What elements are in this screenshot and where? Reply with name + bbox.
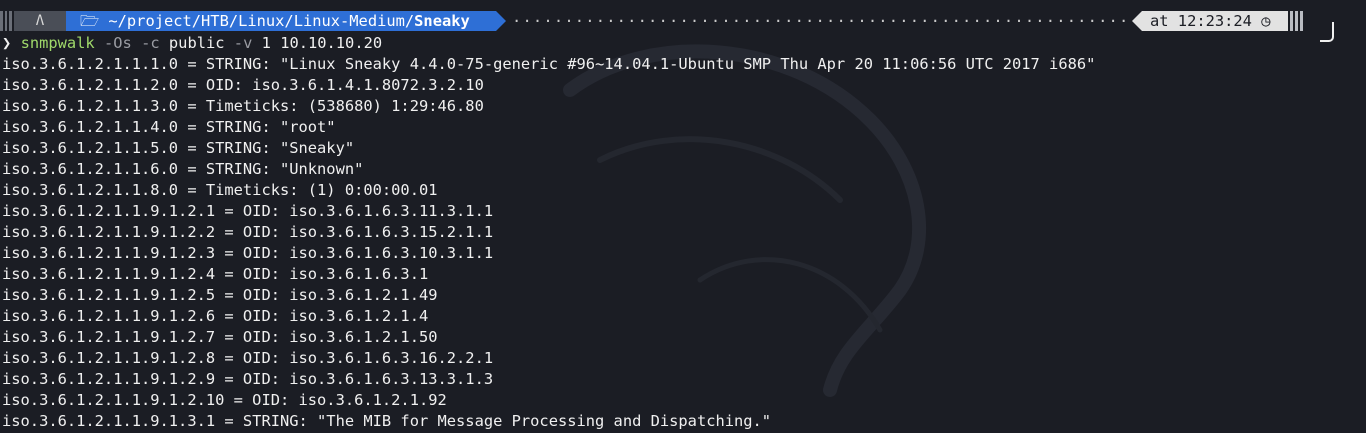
output-line: iso.3.6.1.2.1.1.9.1.2.1 = OID: iso.3.6.1…	[2, 202, 494, 220]
command-community: public	[168, 34, 225, 52]
command-name: snmpwalk	[20, 34, 95, 52]
output-line: iso.3.6.1.2.1.1.9.1.2.8 = OID: iso.3.6.1…	[2, 349, 494, 367]
output-line: iso.3.6.1.2.1.1.8.0 = Timeticks: (1) 0:0…	[2, 181, 438, 199]
output-line: iso.3.6.1.2.1.1.2.0 = OID: iso.3.6.1.4.1…	[2, 76, 484, 94]
prompt-corner-connector	[1320, 22, 1334, 42]
command-target: 10.10.10.20	[280, 34, 383, 52]
time-label: at 12:23:24	[1150, 12, 1252, 30]
prompt-right-bars	[1290, 11, 1303, 31]
command-line: ❯ snmpwalk -Os -c public -v 1 10.10.10.2…	[2, 33, 382, 54]
output-line: iso.3.6.1.2.1.1.5.0 = STRING: "Sneaky"	[2, 139, 355, 157]
command-version: 1	[261, 34, 271, 52]
output-line: iso.3.6.1.2.1.1.1.0 = STRING: "Linux Sne…	[2, 55, 1096, 73]
prompt-filler-dots: ········································…	[512, 12, 1132, 30]
os-icon: Λ	[35, 13, 45, 29]
output-line: iso.3.6.1.2.1.1.3.0 = Timeticks: (538680…	[2, 97, 484, 115]
terminal-window[interactable]: Λ 🗁 ~/project/HTB/Linux/Linux-Medium/Sne…	[0, 0, 1366, 433]
time-segment: at 12:23:24 ◷	[1142, 11, 1288, 31]
output-line: iso.3.6.1.2.1.1.9.1.2.5 = OID: iso.3.6.1…	[2, 286, 438, 304]
path-segment-arrow	[496, 11, 506, 31]
path-segment: 🗁 ~/project/HTB/Linux/Linux-Medium/Sneak…	[66, 11, 496, 31]
prompt-left-bars	[0, 11, 13, 31]
prompt-bar: Λ 🗁 ~/project/HTB/Linux/Linux-Medium/Sne…	[0, 10, 1366, 32]
output-line: iso.3.6.1.2.1.1.9.1.2.10 = OID: iso.3.6.…	[2, 391, 447, 409]
output-line: iso.3.6.1.2.1.1.9.1.2.9 = OID: iso.3.6.1…	[2, 370, 494, 388]
output-line: iso.3.6.1.2.1.1.9.1.2.6 = OID: iso.3.6.1…	[2, 307, 429, 325]
output-line: iso.3.6.1.2.1.1.9.1.2.2 = OID: iso.3.6.1…	[2, 223, 494, 241]
prompt-chevron-icon: ❯	[2, 34, 12, 52]
output-line: iso.3.6.1.2.1.1.9.1.2.7 = OID: iso.3.6.1…	[2, 328, 438, 346]
output-line: iso.3.6.1.2.1.1.4.0 = STRING: "root"	[2, 118, 336, 136]
command-flag-c: -c	[141, 34, 160, 52]
clock-icon: ◷	[1261, 12, 1271, 30]
path-current-dir: Sneaky	[414, 12, 470, 30]
path-prefix: ~/project/HTB/Linux/Linux-Medium/	[108, 12, 415, 30]
output-line: iso.3.6.1.2.1.1.9.1.2.3 = OID: iso.3.6.1…	[2, 244, 494, 262]
time-segment-arrow	[1132, 11, 1142, 31]
output-line: iso.3.6.1.2.1.1.6.0 = STRING: "Unknown"	[2, 160, 364, 178]
output-line: iso.3.6.1.2.1.1.9.1.2.4 = OID: iso.3.6.1…	[2, 265, 429, 283]
output-line: iso.3.6.1.2.1.1.9.1.3.1 = STRING: "The M…	[2, 412, 772, 430]
os-segment: Λ	[14, 11, 66, 31]
kali-dragon-watermark	[563, 44, 926, 397]
command-flag-os: -Os	[103, 34, 132, 52]
command-flag-v: -v	[233, 34, 253, 52]
folder-icon: 🗁	[80, 12, 100, 30]
